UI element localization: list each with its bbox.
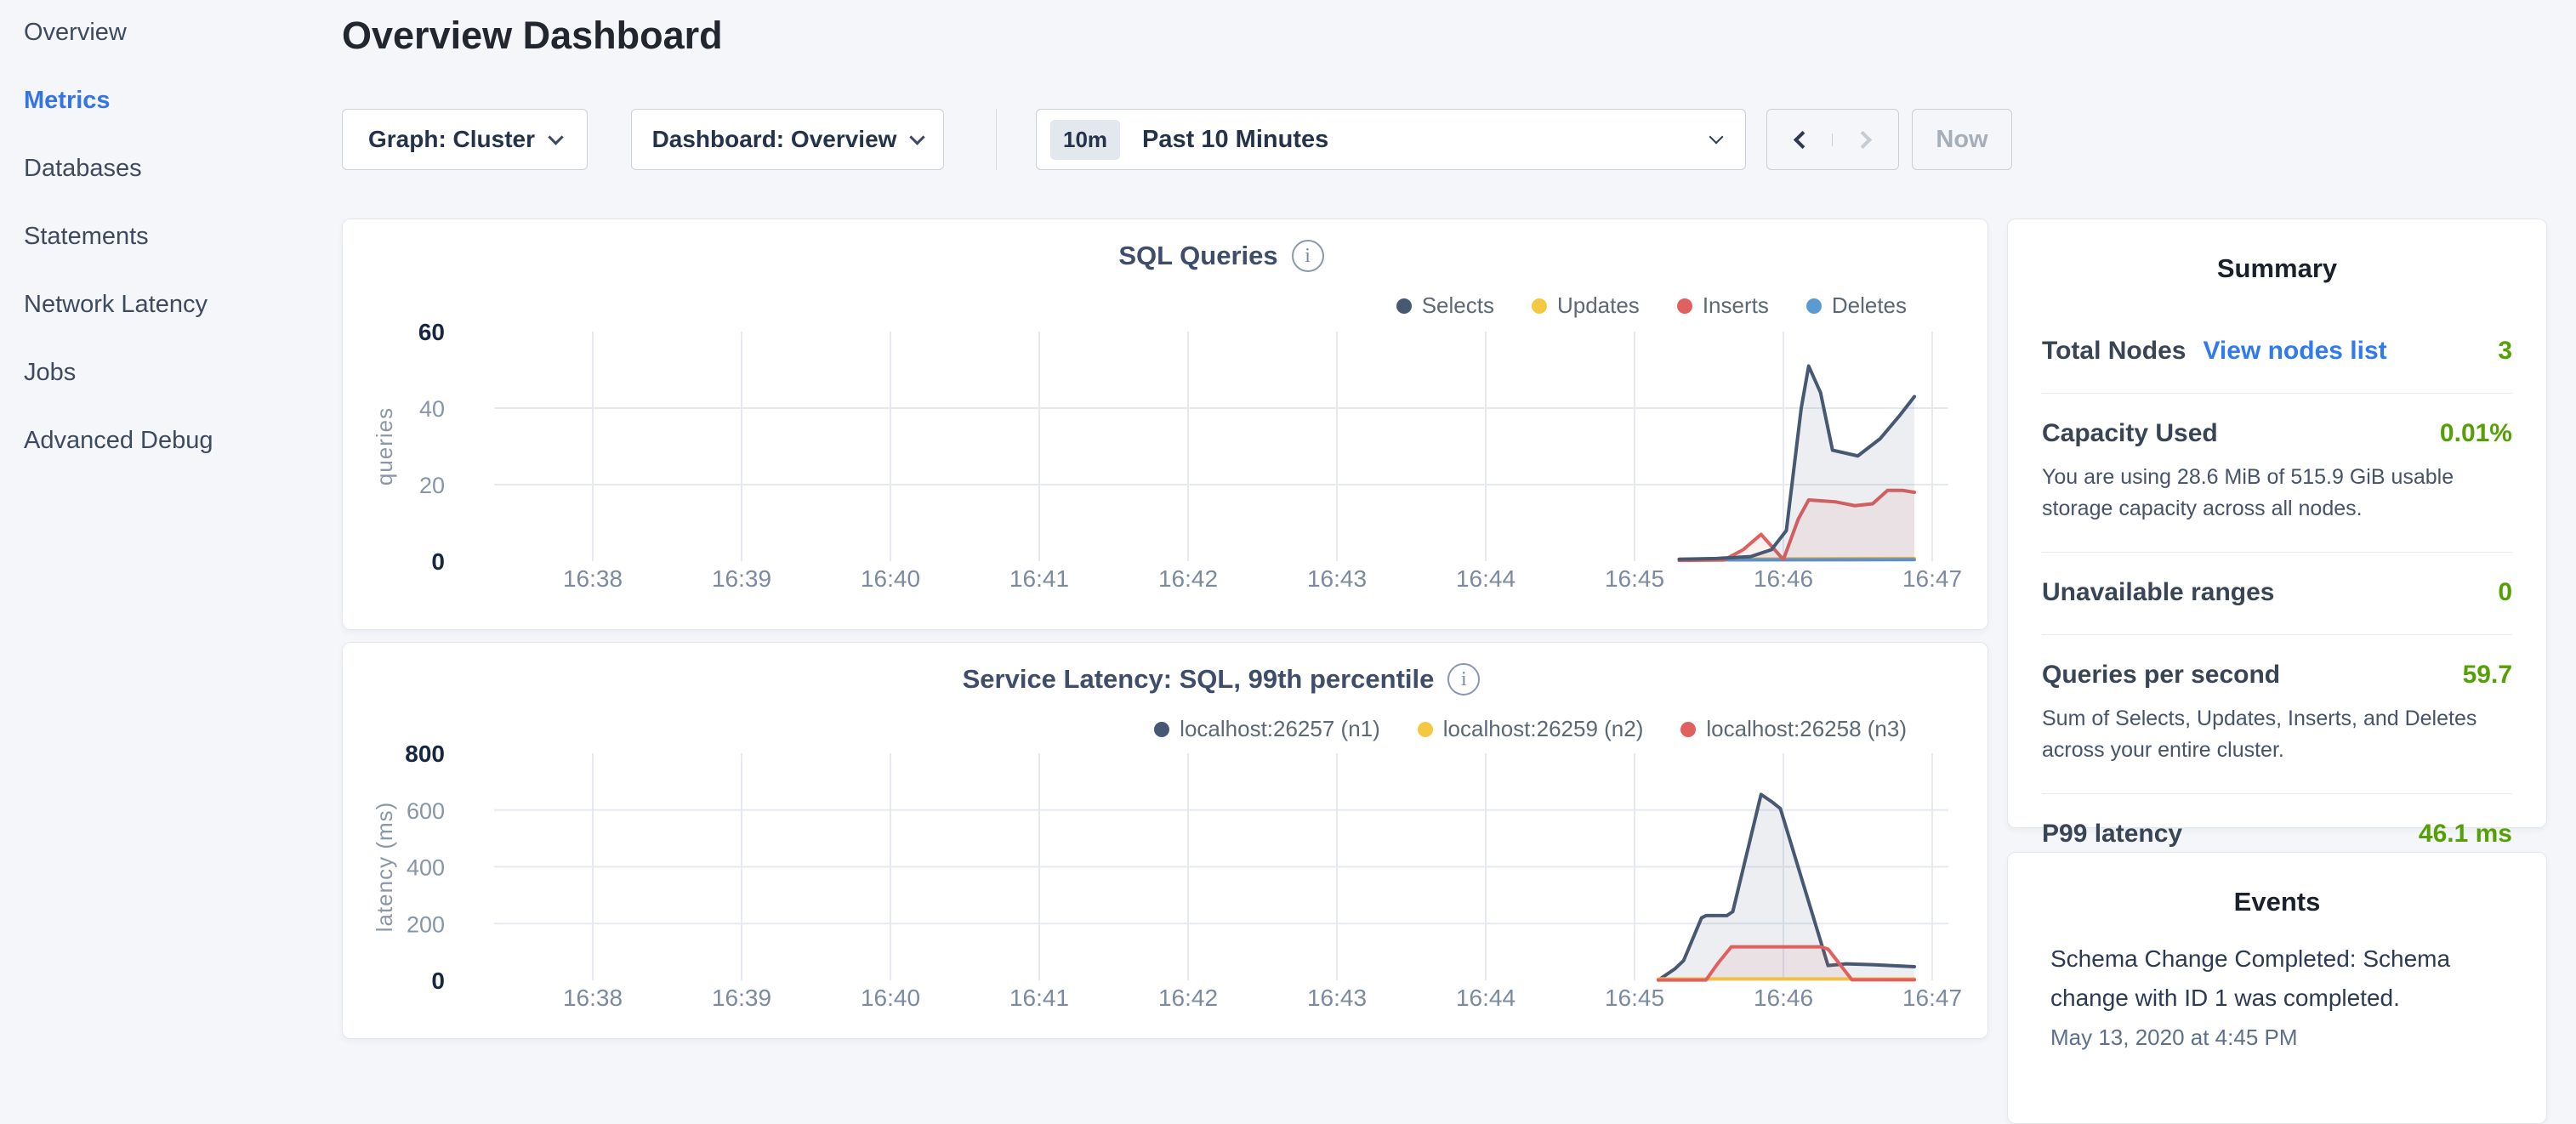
- time-range-label: Past 10 Minutes: [1142, 126, 1711, 154]
- event-message: Schema Change Completed: Schema change w…: [2050, 940, 2463, 1018]
- next-time-button[interactable]: [1833, 133, 1898, 146]
- queries-per-second-label: Queries per second: [2042, 661, 2280, 690]
- x-tick-label: 16:44: [1456, 985, 1515, 1011]
- x-tick-label: 16:43: [1307, 985, 1367, 1011]
- sidebar: Overview Metrics Databases Statements Ne…: [0, 0, 340, 1051]
- queries-per-second-description: Sum of Selects, Updates, Inserts, and De…: [2042, 703, 2512, 766]
- y-tick-label: 0: [431, 968, 445, 994]
- y-axis-label: queries: [372, 407, 397, 485]
- summary-row-qps: Queries per second 59.7 Sum of Selects, …: [2042, 634, 2512, 793]
- sidebar-item-metrics[interactable]: Metrics: [24, 87, 340, 115]
- x-tick-label: 16:41: [1009, 985, 1069, 1011]
- x-tick-label: 16:44: [1456, 565, 1515, 592]
- chevron-down-icon: [910, 129, 925, 145]
- x-tick-label: 16:45: [1605, 985, 1664, 1011]
- dashboard-dropdown-label: Dashboard: Overview: [652, 126, 897, 153]
- x-tick-label: 16:40: [861, 985, 920, 1011]
- events-panel: Events Schema Change Completed: Schema c…: [2007, 852, 2547, 1124]
- chevron-right-icon: [1854, 130, 1872, 148]
- sql-queries-chart-card: SQL Queriesi SelectsUpdatesInsertsDelete…: [342, 219, 1988, 630]
- y-tick-label: 600: [407, 798, 445, 824]
- chevron-down-icon: [548, 129, 563, 145]
- summary-row-capacity: Capacity Used 0.01% You are using 28.6 M…: [2042, 393, 2512, 552]
- p99-latency-label: P99 latency: [2042, 820, 2182, 849]
- time-step-buttons: [1766, 109, 1899, 170]
- y-axis-label: latency (ms): [372, 802, 397, 933]
- sidebar-item-jobs[interactable]: Jobs: [24, 359, 340, 387]
- sidebar-item-statements[interactable]: Statements: [24, 223, 340, 251]
- time-range-badge: 10m: [1050, 120, 1120, 160]
- y-tick-label: 0: [431, 548, 445, 575]
- y-tick-label: 800: [405, 741, 445, 767]
- chevron-down-icon: [1709, 130, 1724, 145]
- x-tick-label: 16:41: [1009, 565, 1069, 592]
- summary-row-total-nodes: Total Nodes View nodes list 3: [2042, 306, 2512, 393]
- x-tick-label: 16:39: [712, 985, 771, 1011]
- capacity-used-description: You are using 28.6 MiB of 515.9 GiB usab…: [2042, 462, 2512, 525]
- chevron-left-icon: [1793, 130, 1811, 148]
- summary-panel: Summary Total Nodes View nodes list 3 Ca…: [2007, 219, 2547, 828]
- x-tick-label: 16:47: [1902, 565, 1962, 592]
- summary-title: Summary: [2042, 219, 2512, 306]
- x-tick-label: 16:38: [563, 565, 623, 592]
- x-tick-label: 16:42: [1158, 985, 1218, 1011]
- events-title: Events: [2050, 853, 2504, 940]
- sidebar-item-network-latency[interactable]: Network Latency: [24, 291, 340, 319]
- x-tick-label: 16:46: [1754, 985, 1813, 1011]
- service-latency-chart: 16:38 16:39 16:40 16:41 16:42 16:43 16:44 16:45…: [343, 643, 1989, 1040]
- x-tick-label: 16:39: [712, 565, 771, 592]
- service-latency-chart-card: Service Latency: SQL, 99th percentilei l…: [342, 642, 1988, 1039]
- x-tick-label: 16:46: [1754, 565, 1813, 592]
- p99-latency-value: 46.1 ms: [2419, 820, 2512, 849]
- x-tick-label: 16:40: [861, 565, 920, 592]
- view-nodes-list-link[interactable]: View nodes list: [2203, 337, 2386, 366]
- unavailable-ranges-value: 0: [2498, 578, 2512, 607]
- dashboard-dropdown[interactable]: Dashboard: Overview: [631, 109, 944, 170]
- y-tick-label: 60: [418, 319, 445, 345]
- queries-per-second-value: 59.7: [2463, 661, 2512, 690]
- prev-time-button[interactable]: [1767, 133, 1833, 146]
- graph-dropdown[interactable]: Graph: Cluster: [342, 109, 588, 170]
- total-nodes-label: Total Nodes: [2042, 337, 2186, 366]
- event-timestamp: May 13, 2020 at 4:45 PM: [2050, 1025, 2504, 1051]
- event-list-item[interactable]: Schema Change Completed: Schema change w…: [2050, 940, 2504, 1051]
- total-nodes-value: 3: [2498, 337, 2512, 366]
- time-range-selector[interactable]: 10m Past 10 Minutes: [1036, 109, 1746, 170]
- sidebar-item-databases[interactable]: Databases: [24, 155, 340, 183]
- x-tick-label: 16:38: [563, 985, 623, 1011]
- controls-divider: [996, 109, 997, 170]
- y-tick-label: 20: [419, 473, 445, 498]
- capacity-used-label: Capacity Used: [2042, 419, 2218, 448]
- y-tick-label: 40: [419, 396, 445, 422]
- x-tick-label: 16:47: [1902, 985, 1962, 1011]
- y-tick-label: 400: [407, 855, 445, 881]
- x-tick-label: 16:45: [1605, 565, 1664, 592]
- y-tick-label: 200: [407, 911, 445, 937]
- sidebar-item-advanced-debug[interactable]: Advanced Debug: [24, 427, 340, 455]
- sidebar-item-overview[interactable]: Overview: [24, 19, 340, 47]
- page-title: Overview Dashboard: [342, 14, 723, 58]
- series-area: [1680, 366, 1915, 562]
- now-button[interactable]: Now: [1912, 109, 2012, 170]
- sql-queries-chart: 16:38 16:39 16:40 16:41 16:42 16:43 16:44 16:45…: [343, 219, 1989, 631]
- summary-row-unavailable-ranges: Unavailable ranges 0: [2042, 552, 2512, 634]
- x-tick-label: 16:43: [1307, 565, 1367, 592]
- capacity-used-value: 0.01%: [2440, 419, 2512, 448]
- unavailable-ranges-label: Unavailable ranges: [2042, 578, 2274, 607]
- graph-dropdown-label: Graph: Cluster: [368, 126, 535, 153]
- x-tick-label: 16:42: [1158, 565, 1218, 592]
